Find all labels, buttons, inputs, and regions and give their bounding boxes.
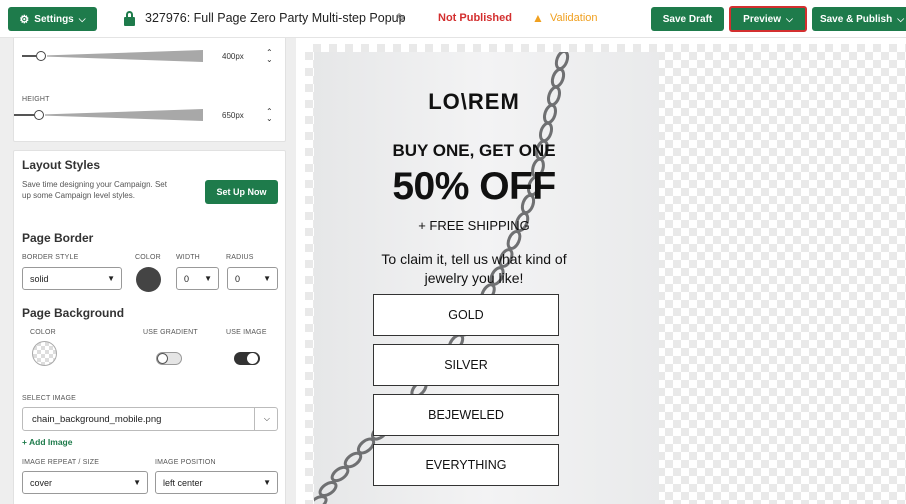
page-border-title: Page Border	[22, 231, 94, 245]
free-shipping-text: + FREE SHIPPING	[418, 218, 530, 233]
border-color-swatch[interactable]	[136, 267, 161, 292]
discount-headline: 50% OFF	[392, 165, 556, 208]
background-color-swatch[interactable]	[32, 341, 57, 366]
border-style-select[interactable]: solid ▼	[22, 267, 122, 290]
use-image-label: USE IMAGE	[226, 329, 267, 336]
choice-button-everything[interactable]: EVERYTHING	[373, 444, 559, 486]
settings-label: Settings	[34, 13, 74, 25]
edit-icon[interactable]: ✎	[396, 11, 406, 25]
image-select[interactable]: chain_background_mobile.png ⌵	[22, 407, 278, 431]
publish-status: Not Published	[438, 12, 512, 24]
save-draft-button[interactable]: Save Draft	[651, 7, 724, 31]
offer-headline: BUY ONE, GET ONE	[392, 141, 556, 160]
layout-styles-description-2: up some Campaign level styles.	[22, 191, 135, 200]
height-slider[interactable]	[14, 109, 212, 121]
image-position-label: IMAGE POSITION	[155, 459, 216, 466]
border-radius-label: RADIUS	[226, 254, 254, 261]
layout-styles-title: Layout Styles	[22, 158, 101, 172]
image-repeat-label: IMAGE REPEAT / SIZE	[22, 459, 100, 466]
chevron-down-icon: ▼	[263, 274, 271, 283]
chevron-down-icon: ▼	[133, 478, 141, 487]
border-width-select[interactable]: 0 ▼	[176, 267, 219, 290]
preview-canvas: LO\REM BUY ONE, GET ONE 50% OFF + FREE S…	[305, 44, 906, 504]
width-slider-handle[interactable]	[36, 51, 46, 61]
border-width-label: WIDTH	[176, 254, 200, 261]
save-publish-label: Save & Publish	[819, 13, 893, 25]
set-up-now-button[interactable]: Set Up Now	[205, 180, 278, 204]
border-width-value: 0	[184, 273, 190, 284]
choice-button-silver[interactable]: SILVER	[373, 344, 559, 386]
layout-styles-description-1: Save time designing your Campaign. Set	[22, 180, 167, 189]
campaign-title: 327976: Full Page Zero Party Multi-step …	[145, 11, 406, 25]
save-draft-label: Save Draft	[662, 13, 713, 25]
height-slider-handle[interactable]	[34, 110, 44, 120]
gear-icon: ⚙	[19, 13, 30, 26]
use-gradient-label: USE GRADIENT	[143, 329, 198, 336]
chevron-down-icon: ⌵	[78, 13, 86, 24]
validation-link[interactable]: Validation	[550, 12, 598, 24]
save-publish-button[interactable]: Save & Publish ⌵	[812, 7, 906, 31]
lock-icon	[124, 11, 135, 26]
preview-button[interactable]: Preview ⌵	[729, 6, 807, 32]
claim-line-2: jewelry you like!	[424, 270, 524, 286]
width-slider[interactable]	[22, 50, 212, 62]
image-position-select[interactable]: left center ▼	[155, 471, 278, 494]
image-repeat-value: cover	[30, 477, 53, 488]
height-label: HEIGHT	[22, 96, 50, 103]
chevron-down-icon: ⌵	[785, 13, 793, 24]
image-position-value: left center	[163, 477, 203, 488]
claim-line-1: To claim it, tell us what kind of	[381, 251, 567, 267]
top-bar: ⚙ Settings ⌵ 327976: Full Page Zero Part…	[0, 0, 906, 38]
page-background-title: Page Background	[22, 306, 125, 320]
image-repeat-select[interactable]: cover ▼	[22, 471, 148, 494]
settings-button[interactable]: ⚙ Settings ⌵	[8, 7, 97, 31]
preview-label: Preview	[743, 13, 781, 25]
border-radius-value: 0	[235, 273, 241, 284]
select-image-label: SELECT IMAGE	[22, 395, 77, 402]
height-value: 650px	[222, 111, 244, 120]
claim-prompt: To claim it, tell us what kind of jewelr…	[354, 250, 594, 288]
add-image-link[interactable]: + Add Image	[22, 437, 72, 447]
layout-styles-card: Layout Styles Save time designing your C…	[13, 150, 286, 504]
warning-icon: ▲	[532, 11, 544, 25]
chevron-down-icon: ▼	[107, 274, 115, 283]
chevron-down-icon: ⌵	[263, 414, 270, 423]
popup-preview: LO\REM BUY ONE, GET ONE 50% OFF + FREE S…	[314, 52, 659, 504]
use-image-toggle[interactable]	[234, 352, 260, 365]
height-stepper[interactable]: ⌃ ⌄	[266, 108, 273, 123]
use-gradient-toggle[interactable]	[156, 352, 182, 365]
chevron-down-icon: ▼	[204, 274, 212, 283]
border-style-label: BORDER STYLE	[22, 254, 79, 261]
image-select-value: chain_background_mobile.png	[32, 413, 162, 425]
width-stepper[interactable]: ⌃ ⌄	[266, 49, 273, 64]
border-radius-select[interactable]: 0 ▼	[227, 267, 278, 290]
choice-button-gold[interactable]: GOLD	[373, 294, 559, 336]
chevron-down-icon: ▼	[263, 478, 271, 487]
brand-logo: LO\REM	[428, 89, 520, 114]
background-color-label: COLOR	[30, 329, 56, 336]
size-card: 400px ⌃ ⌄ HEIGHT 650px ⌃ ⌄	[13, 38, 286, 142]
border-color-label: COLOR	[135, 254, 161, 261]
width-value: 400px	[222, 52, 244, 61]
chevron-down-icon: ⌵	[897, 13, 905, 24]
choice-button-bejeweled[interactable]: BEJEWELED	[373, 394, 559, 436]
border-style-value: solid	[30, 273, 49, 284]
settings-sidebar: 400px ⌃ ⌄ HEIGHT 650px ⌃ ⌄ Layout Styles S…	[0, 38, 296, 504]
